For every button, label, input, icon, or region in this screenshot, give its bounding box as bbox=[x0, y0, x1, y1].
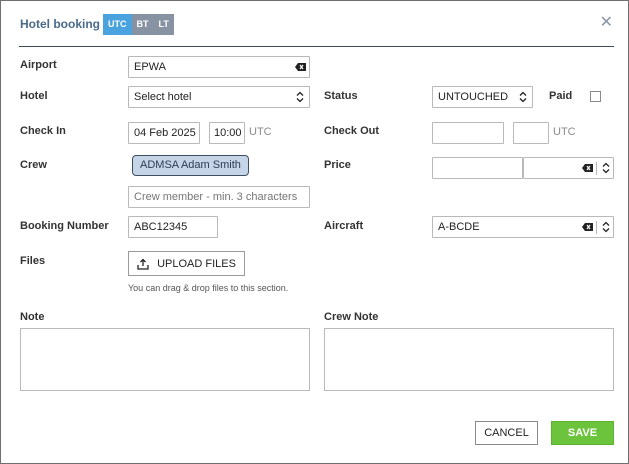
backspace-clear-icon[interactable] bbox=[582, 164, 593, 172]
note-label: Note bbox=[20, 311, 45, 323]
airport-value: EPWA bbox=[134, 61, 166, 73]
price-currency-select[interactable] bbox=[523, 157, 614, 179]
crew-note-label: Crew Note bbox=[324, 311, 379, 323]
hotel-select[interactable]: Select hotel bbox=[128, 86, 310, 108]
aircraft-select[interactable]: A-BCDE bbox=[432, 216, 614, 238]
updown-chevron-icon bbox=[602, 221, 610, 233]
aircraft-value: A-BCDE bbox=[438, 221, 480, 233]
drag-drop-hint: You can drag & drop files to this sectio… bbox=[128, 283, 289, 293]
hotel-label: Hotel bbox=[20, 90, 48, 102]
tz-lt-toggle[interactable]: LT bbox=[153, 13, 174, 35]
booking-number-value: ABC12345 bbox=[134, 221, 188, 233]
save-button[interactable]: SAVE bbox=[551, 421, 614, 445]
paid-label: Paid bbox=[549, 90, 573, 102]
header-divider bbox=[19, 46, 614, 47]
updown-chevron-icon bbox=[602, 162, 610, 174]
hotel-value: Select hotel bbox=[134, 91, 192, 103]
dialog-header: Hotel booking UTC BT LT bbox=[20, 13, 174, 35]
booking-number-label: Booking Number bbox=[20, 220, 109, 232]
crew-label: Crew bbox=[20, 159, 47, 171]
select-divider bbox=[596, 162, 597, 175]
check-in-date-value: 04 Feb 2025 bbox=[134, 127, 196, 139]
airport-input[interactable]: EPWA bbox=[128, 56, 310, 78]
files-label: Files bbox=[20, 255, 46, 267]
check-out-date-input[interactable] bbox=[432, 122, 504, 144]
check-out-time-input[interactable] bbox=[513, 122, 549, 144]
backspace-clear-icon[interactable] bbox=[295, 63, 306, 71]
updown-chevron-icon bbox=[519, 91, 527, 103]
crew-note-textarea[interactable] bbox=[324, 328, 614, 391]
crew-chip[interactable]: ADMSA Adam Smith bbox=[132, 155, 249, 176]
tz-bt-toggle[interactable]: BT bbox=[131, 13, 154, 35]
crew-member-input[interactable] bbox=[128, 186, 310, 208]
upload-files-button[interactable]: UPLOAD FILES bbox=[128, 251, 245, 276]
note-textarea[interactable] bbox=[20, 328, 310, 391]
updown-chevron-icon bbox=[296, 91, 304, 103]
tz-utc-toggle[interactable]: UTC bbox=[103, 13, 132, 35]
check-in-time-input[interactable]: 10:00 bbox=[209, 122, 245, 144]
dialog-title: Hotel booking bbox=[20, 17, 100, 31]
airport-label: Airport bbox=[20, 59, 57, 71]
backspace-clear-icon[interactable] bbox=[582, 223, 593, 231]
check-in-date-input[interactable]: 04 Feb 2025 bbox=[128, 122, 200, 144]
check-in-label: Check In bbox=[20, 125, 66, 137]
select-divider bbox=[596, 221, 597, 234]
check-in-time-value: 10:00 bbox=[214, 127, 242, 139]
aircraft-label: Aircraft bbox=[324, 220, 364, 232]
booking-number-input[interactable]: ABC12345 bbox=[128, 216, 218, 238]
status-value: UNTOUCHED bbox=[438, 91, 509, 103]
check-in-tz-label: UTC bbox=[249, 126, 272, 138]
status-label: Status bbox=[324, 90, 358, 102]
status-select[interactable]: UNTOUCHED bbox=[432, 86, 533, 108]
price-amount-input[interactable] bbox=[432, 157, 523, 179]
upload-files-label: UPLOAD FILES bbox=[157, 257, 236, 270]
check-out-label: Check Out bbox=[324, 125, 380, 137]
price-label: Price bbox=[324, 159, 351, 171]
hotel-booking-dialog: Hotel booking UTC BT LT ✕ Airport EPWA H… bbox=[0, 0, 629, 464]
check-out-tz-label: UTC bbox=[553, 126, 576, 138]
paid-checkbox[interactable] bbox=[590, 91, 601, 102]
upload-icon bbox=[137, 258, 149, 270]
close-icon[interactable]: ✕ bbox=[600, 12, 613, 32]
cancel-button[interactable]: CANCEL bbox=[475, 421, 538, 445]
